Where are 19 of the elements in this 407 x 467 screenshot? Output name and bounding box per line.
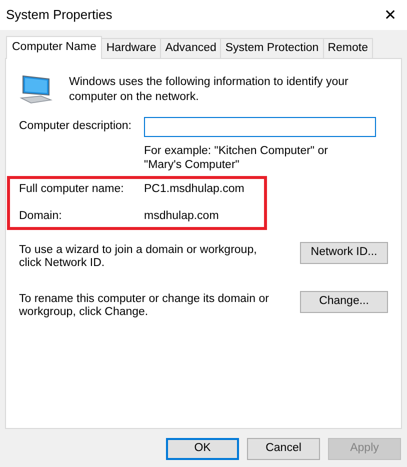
description-field[interactable] bbox=[144, 117, 376, 137]
action-button[interactable]: Network ID... bbox=[300, 242, 388, 264]
info-label: Domain: bbox=[19, 208, 63, 224]
tab[interactable]: Remote bbox=[322, 38, 373, 58]
field-label: Computer description: bbox=[19, 119, 132, 134]
close-icon[interactable]: ✕ bbox=[384, 8, 397, 22]
instruction-text: To use a wizard to join a domain or workgroup, click Network ID. bbox=[19, 244, 258, 270]
info-label: Full computer name: bbox=[19, 182, 125, 198]
dialog-button[interactable]: OK bbox=[166, 438, 239, 460]
hint-text: For example: "Kitchen Computer" or "Mary's Computer" bbox=[144, 144, 329, 172]
action-button[interactable]: Change... bbox=[300, 291, 388, 313]
computer-icon bbox=[19, 74, 53, 104]
tab[interactable]: Computer Name bbox=[6, 36, 102, 59]
instruction-text: To rename this computer or change its domain or workgroup, click Change. bbox=[19, 293, 269, 319]
intro-text: Windows uses the following information to identify your computer on the network. bbox=[69, 75, 350, 105]
info-value: msdhulap.com bbox=[144, 208, 219, 224]
info-value: PC1.msdhulap.com bbox=[144, 182, 244, 198]
window-title: System Properties bbox=[6, 6, 112, 24]
dialog-button[interactable]: Cancel bbox=[247, 438, 320, 460]
